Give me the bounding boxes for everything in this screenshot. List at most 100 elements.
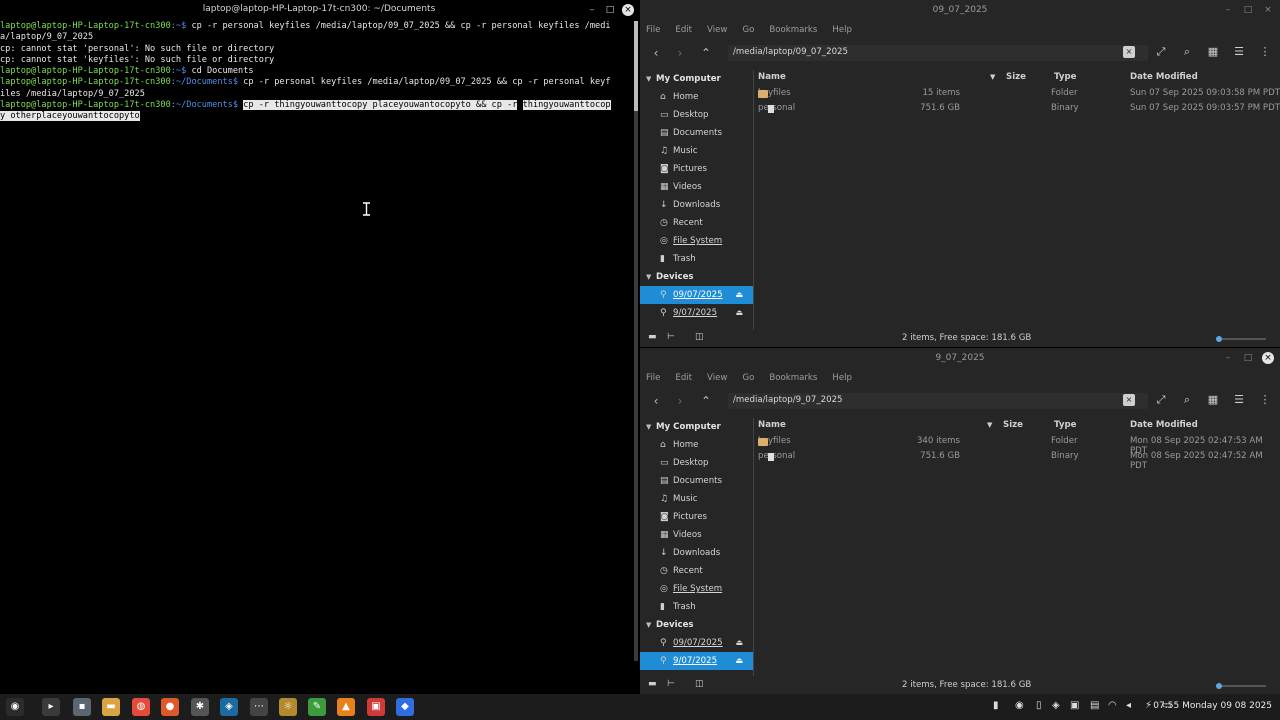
- expand-triangle-icon[interactable]: ▼: [646, 268, 656, 286]
- up-arrow-icon[interactable]: ⌃: [698, 393, 714, 409]
- sidebar-section-my-computer[interactable]: ▼ My Computer: [640, 418, 753, 436]
- clipboard-tray-icon[interactable]: ▯: [1036, 700, 1042, 711]
- forward-arrow-icon[interactable]: ›: [672, 393, 688, 409]
- clock[interactable]: 07:55 Monday 09 08 2025: [1153, 701, 1272, 711]
- sidebar-section-devices[interactable]: ▼ Devices: [640, 616, 753, 634]
- close-icon[interactable]: ×: [1262, 352, 1274, 364]
- expand-triangle-icon[interactable]: ▼: [646, 418, 656, 436]
- sidebar-item-pictures[interactable]: ◙ Pictures: [640, 508, 753, 526]
- up-arrow-icon[interactable]: ⌃: [698, 45, 714, 61]
- menu-edit[interactable]: Edit: [675, 25, 692, 35]
- sort-descending-icon[interactable]: ▼: [990, 73, 995, 81]
- sidebar-item-music[interactable]: ♫ Music: [640, 490, 753, 508]
- back-arrow-icon[interactable]: ‹: [648, 45, 664, 61]
- chat-app-icon[interactable]: ▪: [73, 698, 91, 716]
- power-tray-icon[interactable]: ⚡: [1145, 700, 1152, 711]
- menu-go[interactable]: Go: [742, 25, 754, 35]
- compact-view-icon[interactable]: ⋮: [1258, 45, 1272, 59]
- terminal-window[interactable]: laptop@laptop-HP-Laptop-17t-cn300: ~/Doc…: [0, 0, 638, 694]
- eject-icon[interactable]: ⏏: [735, 304, 743, 322]
- icon-view-icon[interactable]: ▦: [1206, 45, 1220, 59]
- file-manager-window-bottom[interactable]: 9_07_2025 – □ × File Edit View Go Bookmarks Help ‹…: [640, 348, 1280, 694]
- sidebar-item-pictures[interactable]: ◙ Pictures: [640, 160, 753, 178]
- gear-app-icon[interactable]: ☼: [279, 698, 297, 716]
- sidebar-item-music[interactable]: ♫ Music: [640, 142, 753, 160]
- vlc-app-icon[interactable]: ▲: [337, 698, 355, 716]
- sidebar-item-videos[interactable]: ▦ Videos: [640, 178, 753, 196]
- file-row[interactable]: personal 751.6 GB Binary Sun 07 Sep 2025 09…: [754, 101, 1280, 116]
- shield-tray-icon[interactable]: ◈: [1052, 700, 1060, 711]
- menu-icon[interactable]: ◉: [6, 698, 24, 716]
- sidebar-item-videos[interactable]: ▦ Videos: [640, 526, 753, 544]
- toggle-sidebar-icon[interactable]: ▬: [648, 679, 657, 689]
- column-type[interactable]: Type: [1054, 72, 1076, 82]
- files-app-icon[interactable]: ▬: [102, 698, 120, 716]
- column-date-modified[interactable]: Date Modified: [1130, 420, 1198, 430]
- update-tray-icon[interactable]: ▣: [1070, 700, 1079, 711]
- hide-sidebar-icon[interactable]: ◫: [695, 332, 704, 342]
- sidebar-item-file-system[interactable]: ◎ File System: [640, 232, 753, 250]
- toggle-location-icon[interactable]: ⤢: [1154, 393, 1168, 407]
- column-date-modified[interactable]: Date Modified: [1130, 72, 1198, 82]
- maximize-icon[interactable]: □: [604, 4, 616, 16]
- file-row[interactable]: ▶keyfiles 15 items Folder Sun 07 Sep 2025 0…: [754, 86, 1280, 101]
- minimize-icon[interactable]: –: [586, 4, 598, 16]
- column-size[interactable]: Size: [1003, 420, 1023, 430]
- menu-edit[interactable]: Edit: [675, 373, 692, 383]
- zoom-slider-knob[interactable]: [1216, 683, 1222, 689]
- sidebar-device[interactable]: ⚲ 9/07/2025 ⏏: [640, 652, 753, 670]
- clear-location-icon[interactable]: ×: [1123, 394, 1135, 406]
- sidebar-item-downloads[interactable]: ↓ Downloads: [640, 196, 753, 214]
- firefox-app-icon[interactable]: ●: [161, 698, 179, 716]
- red-app-icon[interactable]: ▣: [367, 698, 385, 716]
- zoom-slider[interactable]: [1216, 683, 1266, 689]
- trash-tray-icon[interactable]: ▮: [993, 700, 999, 711]
- volume-tray-icon[interactable]: ◂: [1126, 700, 1131, 711]
- sidebar-item-documents[interactable]: ▤ Documents: [640, 124, 753, 142]
- column-name[interactable]: Name: [758, 420, 786, 430]
- sidebar-item-desktop[interactable]: ▭ Desktop: [640, 106, 753, 124]
- sidebar-item-recent[interactable]: ◷ Recent: [640, 214, 753, 232]
- sidebar-device[interactable]: ⚲ 09/07/2025 ⏏: [640, 286, 753, 304]
- terminal-scrollbar[interactable]: [634, 21, 638, 661]
- sort-descending-icon[interactable]: ▼: [987, 421, 992, 429]
- eject-icon[interactable]: ⏏: [735, 652, 743, 670]
- wifi-tray-icon[interactable]: ◠: [1108, 700, 1117, 711]
- menu-bookmarks[interactable]: Bookmarks: [769, 373, 817, 383]
- printer-tray-icon[interactable]: ▤: [1090, 700, 1099, 711]
- sidebar-device[interactable]: ⚲ 9/07/2025 ⏏: [640, 304, 753, 322]
- terminal-output[interactable]: laptop@laptop-HP-Laptop-17t-cn300:~$ cp …: [0, 21, 630, 694]
- steam-app-icon[interactable]: ◈: [220, 698, 238, 716]
- sidebar-item-trash[interactable]: ▮ Trash: [640, 598, 753, 616]
- sidebar-item-documents[interactable]: ▤ Documents: [640, 472, 753, 490]
- location-bar[interactable]: /media/laptop/09_07_2025: [728, 45, 1148, 61]
- sidebar-item-file-system[interactable]: ◎ File System: [640, 580, 753, 598]
- menu-view[interactable]: View: [707, 25, 727, 35]
- zoom-slider[interactable]: [1216, 336, 1266, 342]
- blue-app-icon[interactable]: ◆: [396, 698, 414, 716]
- menu-view[interactable]: View: [707, 373, 727, 383]
- minimize-icon[interactable]: –: [1222, 4, 1234, 16]
- column-size[interactable]: Size: [1006, 72, 1026, 82]
- settings-app-icon[interactable]: ✱: [191, 698, 209, 716]
- file-row[interactable]: personal 751.6 GB Binary Mon 08 Sep 2025 02…: [754, 449, 1280, 471]
- expand-triangle-icon[interactable]: ▼: [646, 616, 656, 634]
- network-tray-icon[interactable]: ◉: [1015, 700, 1024, 711]
- menu-go[interactable]: Go: [742, 373, 754, 383]
- close-icon[interactable]: ×: [1262, 4, 1274, 16]
- sidebar-device[interactable]: ⚲ 09/07/2025 ⏏: [640, 634, 753, 652]
- fm-titlebar[interactable]: 09_07_2025 – □ ×: [640, 0, 1280, 21]
- back-arrow-icon[interactable]: ‹: [648, 393, 664, 409]
- sidebar-section-my-computer[interactable]: ▼ My Computer: [640, 70, 753, 88]
- dots-app-icon[interactable]: ⋯: [250, 698, 268, 716]
- maximize-icon[interactable]: □: [1242, 352, 1254, 364]
- search-icon[interactable]: ⌕: [1180, 393, 1194, 407]
- menu-help[interactable]: Help: [832, 25, 852, 35]
- file-manager-window-top[interactable]: 09_07_2025 – □ × File Edit View Go Bookmarks Help…: [640, 0, 1280, 347]
- location-bar[interactable]: /media/laptop/9_07_2025: [728, 393, 1148, 409]
- file-row[interactable]: ▶keyfiles340 itemsFolderMon 08 Sep 2025 …: [754, 434, 1280, 456]
- editor-app-icon[interactable]: ✎: [308, 698, 326, 716]
- zoom-slider-knob[interactable]: [1216, 336, 1222, 342]
- tree-view-icon[interactable]: ⊢: [667, 332, 675, 342]
- close-icon[interactable]: ×: [622, 4, 634, 16]
